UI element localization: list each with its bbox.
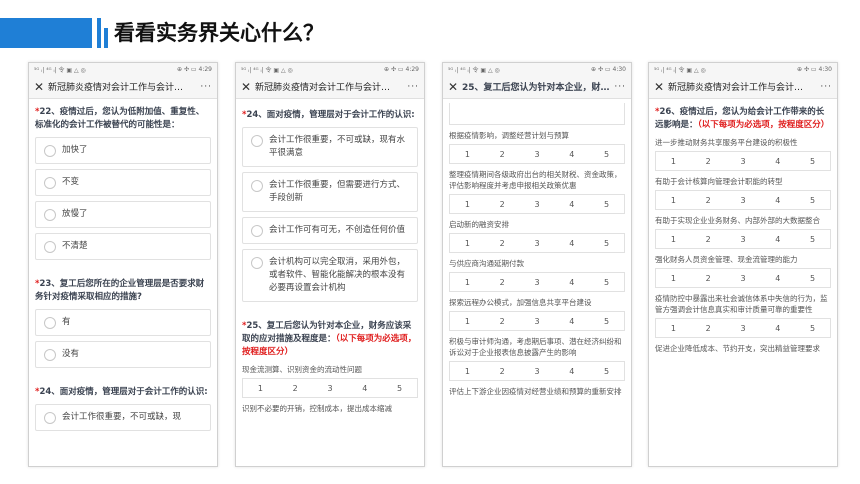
nav-bar: ✕ 新冠肺炎疫情对会计工作与会计… ···	[29, 75, 217, 99]
status-bar: ⁵ᴳ ᵢ| ⁴ᴳ ᵢ| 令 ▣ △ ◎ ⊕ ✣ ▭ 4:29	[29, 63, 217, 75]
question-24: *24、面对疫情，管理层对于会计工作的认识:	[35, 387, 208, 397]
header-accent-tick	[97, 18, 101, 48]
scale-item-label: 探索远程办公模式，加强信息共享平台建设	[449, 298, 592, 307]
scale-item-label: 促进企业降低成本、节约开支，突出精益管理要求	[655, 344, 820, 353]
radio-option[interactable]: 不清楚	[35, 233, 211, 260]
status-time: 4:29	[198, 65, 212, 73]
status-time: 4:30	[612, 65, 626, 73]
header-accent-bar	[0, 18, 92, 48]
scale-item-label: 有助于会计核算向管理会计职能的转型	[655, 177, 783, 186]
status-icons-right: ⊕ ✣ ▭	[384, 65, 404, 73]
status-time: 4:29	[405, 65, 419, 73]
scale-item-label: 进一步推动财务共享服务平台建设的积极性	[655, 138, 798, 147]
scale-item-label: 根据疫情影响，调整经营计划与预算	[449, 131, 569, 140]
radio-option[interactable]: 会计机构可以完全取消，采用外包，或者软件、智能化能解决的根本没有必要再设置会计机…	[242, 249, 418, 302]
page-title: 看看实务界关心什么？	[114, 21, 324, 45]
close-icon[interactable]: ✕	[34, 80, 48, 94]
rating-scale[interactable]: 12345	[655, 190, 831, 210]
radio-option[interactable]: 有	[35, 309, 211, 336]
status-time: 4:30	[818, 65, 832, 73]
scale-item-label: 积极与审计师沟通，考虑期后事项、潜在经济纠纷和诉讼对于企业报表信息披露产生的影响	[449, 337, 622, 357]
status-bar: ⁵ᴳ ᵢ| ⁴ᴳ ᵢ| 令 ▣ △ ◎ ⊕ ✣ ▭ 4:30	[649, 63, 837, 75]
radio-option[interactable]: 加快了	[35, 137, 211, 164]
rating-scale[interactable]: 12345	[655, 229, 831, 249]
scale-item-label: 疫情防控中暴露出来社会诚信体系中失信的行为，监管方强调会计信息真实和审计质量可靠…	[655, 294, 828, 314]
scale-item-label: 评估上下游企业因疫情对经营业绩和预算的重新安排	[449, 387, 622, 396]
phone-screenshot-4: ⁵ᴳ ᵢ| ⁴ᴳ ᵢ| 令 ▣ △ ◎ ⊕ ✣ ▭ 4:30 ✕ 新冠肺炎疫情对…	[648, 62, 838, 467]
scale-item-label: 启动新的融资安排	[449, 220, 509, 229]
radio-option[interactable]: 不变	[35, 169, 211, 196]
rating-scale[interactable]: 12345	[242, 378, 418, 398]
radio-option[interactable]: 没有	[35, 341, 211, 368]
nav-title: 新冠肺炎疫情对会计工作与会计…	[255, 83, 391, 93]
rating-scale[interactable]: 12345	[449, 194, 625, 214]
status-icons-right: ⊕ ✣ ▭	[177, 65, 197, 73]
close-icon[interactable]: ✕	[448, 80, 462, 94]
status-icons-right: ⊕ ✣ ▭	[797, 65, 817, 73]
rating-scale[interactable]: 12345	[449, 233, 625, 253]
scale-item-label: 识别不必要的开销，控制成本，提出成本缩减	[242, 404, 392, 413]
question-24: *24、面对疫情，管理层对于会计工作的认识:	[242, 110, 415, 120]
scale-item-label: 整理疫情期间各级政府出台的相关财税、资金政策，评估影响程度并考虑申报相关政策优惠	[449, 170, 622, 190]
close-icon[interactable]: ✕	[241, 80, 255, 94]
rating-scale[interactable]: 12345	[449, 311, 625, 331]
nav-title: 新冠肺炎疫情对会计工作与会计…	[48, 83, 184, 93]
status-bar: ⁵ᴳ ᵢ| ⁴ᴳ ᵢ| 令 ▣ △ ◎ ⊕ ✣ ▭ 4:30	[443, 63, 631, 75]
question-22: *22、疫情过后，您认为低附加值、重复性、标准化的会计工作被替代的可能性是：	[35, 107, 205, 130]
scale-item-label: 有助于实现企业业务财务、内部外部的大数据整合	[655, 216, 820, 225]
status-icons-left: ⁵ᴳ ᵢ| ⁴ᴳ ᵢ| 令 ▣ △ ◎	[448, 66, 500, 74]
status-icons-left: ⁵ᴳ ᵢ| ⁴ᴳ ᵢ| 令 ▣ △ ◎	[34, 66, 86, 74]
status-bar: ⁵ᴳ ᵢ| ⁴ᴳ ᵢ| 令 ▣ △ ◎ ⊕ ✣ ▭ 4:29	[236, 63, 424, 75]
radio-option[interactable]: 会计工作很重要，不可或缺，现有水平很满意	[242, 127, 418, 167]
rating-scale[interactable]: 12345	[655, 318, 831, 338]
status-icons-left: ⁵ᴳ ᵢ| ⁴ᴳ ᵢ| 令 ▣ △ ◎	[654, 66, 706, 74]
status-icons-right: ⊕ ✣ ▭	[591, 65, 611, 73]
rating-scale-partial	[449, 103, 625, 125]
nav-bar: ✕ 新冠肺炎疫情对会计工作与会计… ···	[236, 75, 424, 99]
more-icon[interactable]: ···	[610, 82, 626, 92]
question-26: *26、疫情过后，您认为给会计工作带来的长远影响是：（以下每项为必选项，按程度区…	[655, 107, 830, 130]
scale-item-label: 现金流测算、识别资金的流动性问题	[242, 365, 362, 374]
scale-item-label: 与供应商沟通延期付款	[449, 259, 524, 268]
rating-scale[interactable]: 12345	[449, 144, 625, 164]
rating-scale[interactable]: 12345	[449, 272, 625, 292]
rating-scale[interactable]: 12345	[655, 268, 831, 288]
header-accent-tick	[104, 28, 108, 48]
close-icon[interactable]: ✕	[654, 80, 668, 94]
rating-scale[interactable]: 12345	[655, 151, 831, 171]
radio-option[interactable]: 放慢了	[35, 201, 211, 228]
rating-scale[interactable]: 12345	[449, 361, 625, 381]
nav-title: 25、复工后您认为针对本企业，财务…	[462, 83, 610, 93]
question-25: *25、复工后您认为针对本企业，财务应该采取的应对措施及程度是：（以下每项为必选…	[242, 321, 417, 357]
more-icon[interactable]: ···	[403, 82, 419, 92]
question-23: *23、复工后您所在的企业管理层是否要求财务针对疫情采取相应的措施?	[35, 279, 205, 302]
nav-title: 新冠肺炎疫情对会计工作与会计…	[668, 83, 804, 93]
radio-option[interactable]: 会计工作很重要，不可或缺，现	[35, 404, 211, 431]
more-icon[interactable]: ···	[816, 82, 832, 92]
scale-item-label: 强化财务人员资金管理、现金流管理的能力	[655, 255, 798, 264]
radio-option[interactable]: 会计工作很重要，但需要进行方式、手段创新	[242, 172, 418, 212]
radio-option[interactable]: 会计工作可有可无，不创造任何价值	[242, 217, 418, 244]
more-icon[interactable]: ···	[196, 82, 212, 92]
phone-screenshot-3: ⁵ᴳ ᵢ| ⁴ᴳ ᵢ| 令 ▣ △ ◎ ⊕ ✣ ▭ 4:30 ✕ 25、复工后您…	[442, 62, 632, 467]
nav-bar: ✕ 新冠肺炎疫情对会计工作与会计… ···	[649, 75, 837, 99]
status-icons-left: ⁵ᴳ ᵢ| ⁴ᴳ ᵢ| 令 ▣ △ ◎	[241, 66, 293, 74]
phone-screenshot-2: ⁵ᴳ ᵢ| ⁴ᴳ ᵢ| 令 ▣ △ ◎ ⊕ ✣ ▭ 4:29 ✕ 新冠肺炎疫情对…	[235, 62, 425, 467]
nav-bar: ✕ 25、复工后您认为针对本企业，财务… ···	[443, 75, 631, 99]
phone-screenshot-1: ⁵ᴳ ᵢ| ⁴ᴳ ᵢ| 令 ▣ △ ◎ ⊕ ✣ ▭ 4:29 ✕ 新冠肺炎疫情对…	[28, 62, 218, 467]
